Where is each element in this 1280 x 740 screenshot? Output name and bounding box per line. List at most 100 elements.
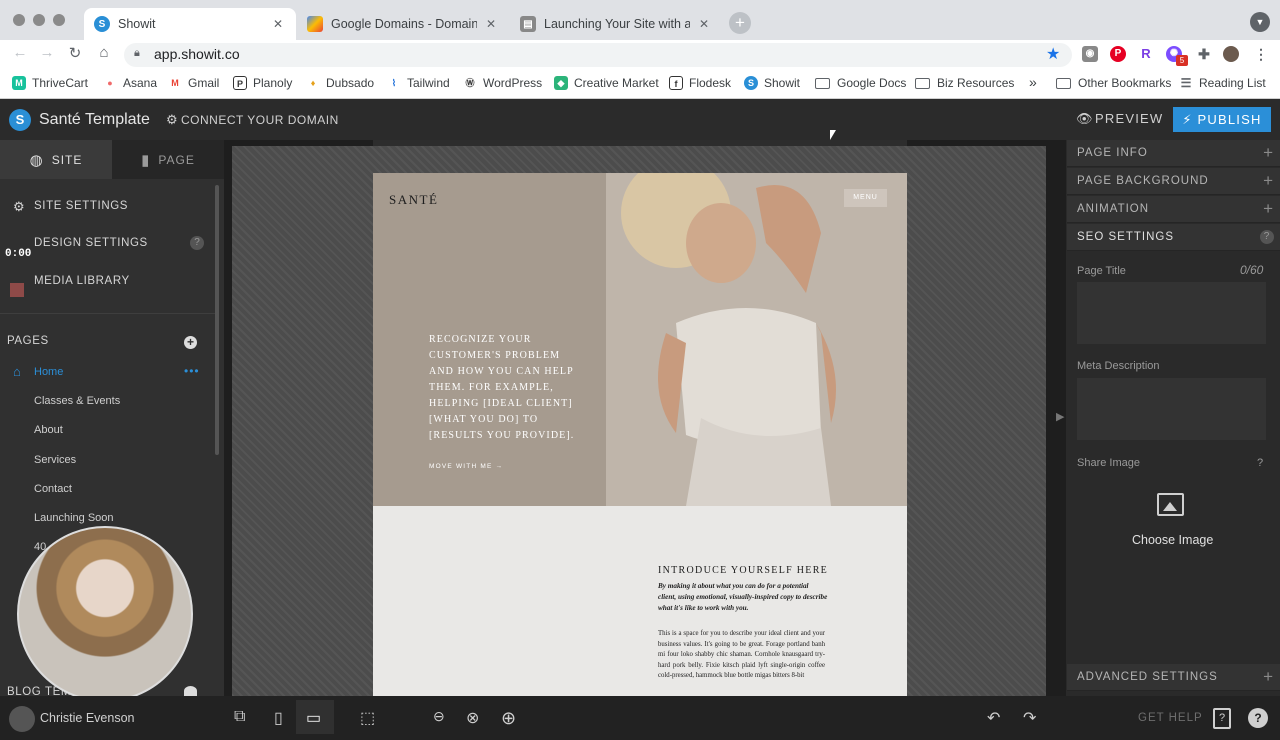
section-animation[interactable]: ANIMATION + (1067, 196, 1280, 223)
reading-list[interactable]: ☰ Reading List (1179, 76, 1266, 90)
section-advanced-settings[interactable]: ADVANCED SETTINGS + (1067, 664, 1280, 691)
lock-icon[interactable]: 🔒︎ (134, 47, 140, 60)
chat-help-icon[interactable]: ? (1248, 708, 1268, 728)
page-item-classes-events[interactable]: Classes & Events (34, 395, 120, 407)
site-name[interactable]: Santé Template (39, 111, 150, 129)
help-icon[interactable]: ? (1260, 230, 1274, 244)
close-icon[interactable]: ✕ (696, 17, 712, 31)
bookmark-wordpress[interactable]: Ⓦ WordPress (463, 76, 542, 90)
bookmark-flodesk[interactable]: f Flodesk (669, 76, 731, 90)
page-title-input[interactable] (1077, 282, 1266, 344)
bookmark-showit[interactable]: S Showit (744, 76, 800, 90)
bookmark-dubsado[interactable]: ♦ Dubsado (306, 76, 374, 90)
address-bar[interactable] (124, 43, 1072, 67)
back-icon[interactable]: ← (10, 44, 30, 61)
more-vert-icon[interactable]: ⋮ (1253, 46, 1269, 62)
intro-subheading[interactable]: By making it about what you can do for a… (658, 581, 828, 614)
new-tab-button[interactable]: + (729, 12, 751, 34)
bookmark-label: Other Bookmarks (1078, 76, 1172, 90)
intro-heading[interactable]: INTRODUCE YOURSELF HERE (658, 565, 828, 576)
mobile-view-icon[interactable]: ▯ (274, 708, 283, 728)
page-item-home[interactable]: Home (34, 366, 63, 378)
page-item-contact[interactable]: Contact (34, 483, 72, 495)
bookmark-google-docs[interactable]: Google Docs (815, 76, 906, 90)
bookmark-tailwind[interactable]: ⌇ Tailwind (387, 76, 450, 90)
tab-showit[interactable]: S Showit ✕ (84, 8, 296, 40)
window-close-button[interactable] (13, 14, 25, 26)
choose-image-button[interactable]: Choose Image (1132, 533, 1213, 547)
url-text[interactable]: app.showit.co (154, 46, 240, 62)
redo-icon[interactable]: ↷ (1023, 708, 1036, 728)
bookmark-star-icon[interactable]: ★ (1046, 44, 1060, 64)
home-icon[interactable]: ⌂ (94, 44, 114, 61)
zoom-in-icon[interactable]: ⊕ (501, 708, 516, 729)
tab-launching-site[interactable]: ▤ Launching Your Site with a New Domain … (510, 8, 722, 40)
hero-copy[interactable]: RECOGNIZE YOUR CUSTOMER'S PROBLEM AND HO… (429, 332, 579, 444)
page-item-about[interactable]: About (34, 424, 63, 436)
undo-icon[interactable]: ↶ (987, 708, 1000, 728)
camera-extension-icon[interactable]: ◉ (1082, 46, 1098, 62)
desktop-view-button[interactable]: ▭ (296, 700, 334, 734)
close-icon[interactable]: ✕ (483, 17, 499, 31)
media-library-link[interactable]: MEDIA LIBRARY (34, 275, 130, 287)
select-area-icon[interactable]: ⬚ (360, 708, 375, 728)
reload-icon[interactable]: ↻ (65, 44, 85, 62)
site-settings-link[interactable]: SITE SETTINGS (34, 200, 128, 212)
left-scrollbar[interactable] (215, 185, 219, 455)
zoom-out-icon[interactable]: ⊖ (433, 708, 445, 725)
puzzle-icon[interactable]: ✚ (1196, 46, 1212, 62)
page-item-launching-soon[interactable]: Launching Soon (34, 512, 114, 524)
tab-page[interactable]: ▮ PAGE (112, 140, 224, 179)
pinterest-extension-icon[interactable]: P (1110, 46, 1126, 62)
bookmark-creative-market[interactable]: ◆ Creative Market (554, 76, 659, 90)
tab-label: SITE (51, 152, 83, 167)
tab-site[interactable]: ◍ SITE (0, 140, 112, 179)
add-page-icon[interactable]: + (184, 336, 197, 349)
help-icon[interactable]: ? (190, 236, 204, 250)
intro-body[interactable]: This is a space for you to describe your… (658, 629, 825, 682)
add-blog-icon[interactable] (184, 686, 197, 696)
user-avatar[interactable] (9, 706, 35, 732)
other-bookmarks[interactable]: Other Bookmarks (1056, 76, 1171, 90)
bookmark-asana[interactable]: ● Asana (103, 76, 157, 90)
section-seo-settings[interactable]: SEO SETTINGS? (1067, 224, 1280, 251)
zoom-fit-icon[interactable]: ⊗ (466, 708, 479, 728)
meta-description-input[interactable] (1077, 378, 1266, 440)
bookmark-planoly[interactable]: P Planoly (233, 76, 292, 90)
page-options-icon[interactable]: ••• (184, 364, 200, 378)
section-page-info[interactable]: PAGE INFO + (1067, 140, 1280, 167)
desktop-mobile-view-icon[interactable]: ⧉ (234, 708, 245, 726)
window-minimize-button[interactable] (33, 14, 45, 26)
design-settings-link[interactable]: DESIGN SETTINGS (34, 237, 148, 249)
menu-button[interactable]: MENU (844, 189, 887, 207)
profile-avatar[interactable] (1223, 46, 1239, 62)
tab-google-domains[interactable]: Google Domains - Domain overview ✕ (297, 8, 509, 40)
get-help-button[interactable]: GET HELP (1138, 712, 1203, 724)
share-image-help[interactable]: ? (1257, 457, 1263, 469)
creative-market-icon: ◆ (554, 76, 568, 90)
close-icon[interactable]: ✕ (270, 17, 286, 31)
panel-expand-icon[interactable]: ▶ (1056, 410, 1064, 423)
help-doc-icon[interactable]: ? (1213, 708, 1231, 729)
share-image-label: Share Image (1077, 457, 1140, 469)
window-zoom-button[interactable] (53, 14, 65, 26)
section-page-background[interactable]: PAGE BACKGROUND + (1067, 168, 1280, 195)
forward-icon[interactable]: → (37, 44, 57, 61)
site-logo-text[interactable]: SANTÉ (389, 192, 438, 208)
page-item-services[interactable]: Services (34, 454, 76, 466)
preview-button[interactable]: PREVIEW (1095, 111, 1163, 126)
tab-search-button[interactable]: ▼ (1250, 12, 1270, 32)
connect-domain-button[interactable]: CONNECT YOUR DOMAIN (181, 113, 339, 127)
hero-photo[interactable] (606, 173, 907, 506)
showit-logo-icon[interactable]: S (9, 109, 31, 131)
cta-link[interactable]: MOVE WITH ME → (429, 463, 503, 470)
bookmark-biz-resources[interactable]: Biz Resources (915, 76, 1014, 90)
bookmark-thrivecart[interactable]: M ThriveCart (12, 76, 88, 90)
publish-button[interactable]: ⚡︎ PUBLISH (1173, 107, 1271, 132)
gear-icon: ⚙ (166, 112, 178, 127)
more-bookmarks-button[interactable]: » (1029, 74, 1037, 90)
user-name[interactable]: Christie Evenson (40, 711, 135, 725)
r-extension-icon[interactable]: R (1138, 46, 1154, 62)
bookmark-gmail[interactable]: M Gmail (168, 76, 219, 90)
image-icon[interactable] (1157, 493, 1184, 516)
